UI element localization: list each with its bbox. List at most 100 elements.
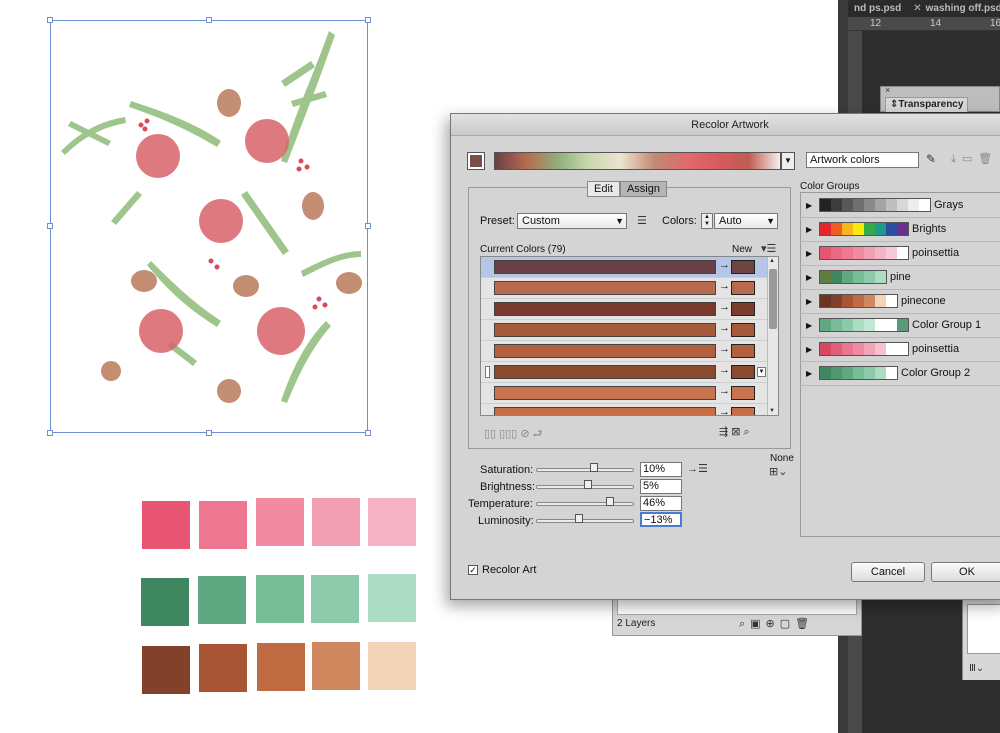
color-group-chips[interactable]	[819, 246, 909, 260]
color-row[interactable]: →	[481, 299, 767, 320]
saturation-value[interactable]: 10%	[640, 462, 682, 477]
artwork-color-swatch[interactable]	[467, 152, 485, 170]
current-color-bar[interactable]	[494, 281, 716, 295]
disclosure-triangle-icon[interactable]: ▶	[806, 321, 812, 330]
color-chip[interactable]	[831, 319, 842, 331]
selection-handle[interactable]	[47, 223, 53, 229]
color-chip[interactable]	[864, 223, 875, 235]
color-chip[interactable]	[842, 199, 853, 211]
color-group-chips[interactable]	[819, 222, 909, 236]
color-chip[interactable]	[897, 223, 908, 235]
color-chip[interactable]	[886, 367, 897, 379]
grid-icon[interactable]: ⊞⌄	[769, 465, 787, 478]
color-row[interactable]: →	[481, 341, 767, 362]
saturation-slider-knob[interactable]	[589, 463, 598, 472]
color-group-row[interactable]: ▶ poinsettia	[800, 338, 1000, 362]
current-color-bar[interactable]	[494, 407, 716, 415]
recolor-art-checkbox[interactable]: ✓	[468, 565, 478, 575]
color-chip[interactable]	[886, 247, 897, 259]
new-color-swatch[interactable]	[731, 323, 755, 337]
close-icon[interactable]: ×	[885, 85, 890, 95]
color-chip[interactable]	[853, 223, 864, 235]
color-chip[interactable]	[886, 343, 897, 355]
color-row[interactable]: →	[481, 383, 767, 404]
color-chip[interactable]	[875, 223, 886, 235]
current-color-bar[interactable]	[494, 365, 716, 379]
disclosure-triangle-icon[interactable]: ▶	[806, 369, 812, 378]
color-chip[interactable]	[853, 343, 864, 355]
color-group-row[interactable]: ▶ pinecone	[800, 290, 1000, 314]
color-chip[interactable]	[864, 319, 875, 331]
luminosity-slider-knob[interactable]	[575, 514, 584, 523]
color-chip[interactable]	[875, 319, 886, 331]
color-chip[interactable]	[820, 295, 831, 307]
arrow-right-icon[interactable]: →	[719, 385, 730, 397]
color-chip[interactable]	[820, 319, 831, 331]
color-chip[interactable]	[864, 367, 875, 379]
color-chip[interactable]	[842, 271, 853, 283]
color-chip[interactable]	[864, 295, 875, 307]
disclosure-triangle-icon[interactable]: ▶	[806, 273, 812, 282]
tab-edit[interactable]: Edit	[587, 181, 620, 197]
current-color-bar[interactable]	[494, 323, 716, 337]
colors-select[interactable]: Auto ▼	[714, 213, 778, 229]
color-chip[interactable]	[897, 247, 908, 259]
color-reduction-options-icon[interactable]: ☰	[637, 214, 647, 227]
color-chip[interactable]	[875, 199, 886, 211]
current-color-bar[interactable]	[494, 344, 716, 358]
colors-stepper[interactable]: ▲ ▼	[701, 213, 713, 229]
color-chip[interactable]	[842, 367, 853, 379]
color-chip[interactable]	[875, 271, 886, 283]
chevron-down-icon[interactable]: ▼	[781, 152, 795, 170]
disclosure-triangle-icon[interactable]: ▶	[806, 201, 812, 210]
arrow-right-icon[interactable]: →	[719, 301, 730, 313]
color-chip[interactable]	[831, 271, 842, 283]
selection-handle[interactable]	[47, 17, 53, 23]
arrow-right-icon[interactable]: →	[719, 364, 730, 376]
color-group-row[interactable]: ▶ pine	[800, 266, 1000, 290]
cancel-button[interactable]: Cancel	[851, 562, 925, 582]
new-color-swatch[interactable]	[731, 407, 755, 415]
color-chip[interactable]	[875, 295, 886, 307]
color-chip[interactable]	[820, 223, 831, 235]
color-chip[interactable]	[875, 247, 886, 259]
color-group-chips[interactable]	[819, 198, 931, 212]
brightness-slider[interactable]	[536, 480, 634, 489]
scroll-thumb[interactable]	[769, 269, 777, 329]
current-color-bar[interactable]	[494, 386, 716, 400]
disclosure-triangle-icon[interactable]: ▶	[806, 297, 812, 306]
color-row[interactable]: →	[481, 257, 767, 278]
color-group-chips[interactable]	[819, 366, 898, 380]
ok-button[interactable]: OK	[931, 562, 1000, 582]
color-chip[interactable]	[831, 295, 842, 307]
preset-select[interactable]: Custom ▼	[517, 213, 627, 229]
temperature-slider-knob[interactable]	[605, 497, 614, 506]
color-chip[interactable]	[864, 271, 875, 283]
eyedropper-icon[interactable]: ✎	[926, 152, 936, 166]
arrow-right-icon[interactable]: →	[719, 322, 730, 334]
color-chip[interactable]	[897, 319, 908, 331]
randomize-colors-icon[interactable]: ⇶ ⊠ ⌕	[719, 425, 750, 439]
temperature-slider[interactable]	[536, 497, 634, 506]
brightness-value[interactable]: 5%	[640, 479, 682, 494]
color-chip[interactable]	[831, 367, 842, 379]
selection-handle[interactable]	[365, 17, 371, 23]
color-row[interactable]: →	[481, 320, 767, 341]
color-chip[interactable]	[820, 247, 831, 259]
drag-handle[interactable]	[485, 366, 490, 378]
color-chip[interactable]	[864, 247, 875, 259]
slider-menu-icon[interactable]: →☰	[687, 462, 708, 475]
color-group-row[interactable]: ▶ poinsettia	[800, 242, 1000, 266]
color-chip[interactable]	[853, 247, 864, 259]
disclosure-triangle-icon[interactable]: ▶	[806, 345, 812, 354]
color-chip[interactable]	[886, 223, 897, 235]
disclosure-triangle-icon[interactable]: ▶	[806, 225, 812, 234]
artwork-selection[interactable]	[47, 17, 371, 436]
tab-document-2[interactable]: ✕ washing off.psd	[907, 0, 1000, 17]
color-chip[interactable]	[820, 271, 831, 283]
color-chip[interactable]	[919, 199, 930, 211]
artwork-colors-name-input[interactable]: Artwork colors	[806, 152, 919, 168]
tab-document-1[interactable]: nd ps.psd	[848, 0, 907, 17]
color-group-chips[interactable]	[819, 294, 898, 308]
color-chip[interactable]	[853, 367, 864, 379]
